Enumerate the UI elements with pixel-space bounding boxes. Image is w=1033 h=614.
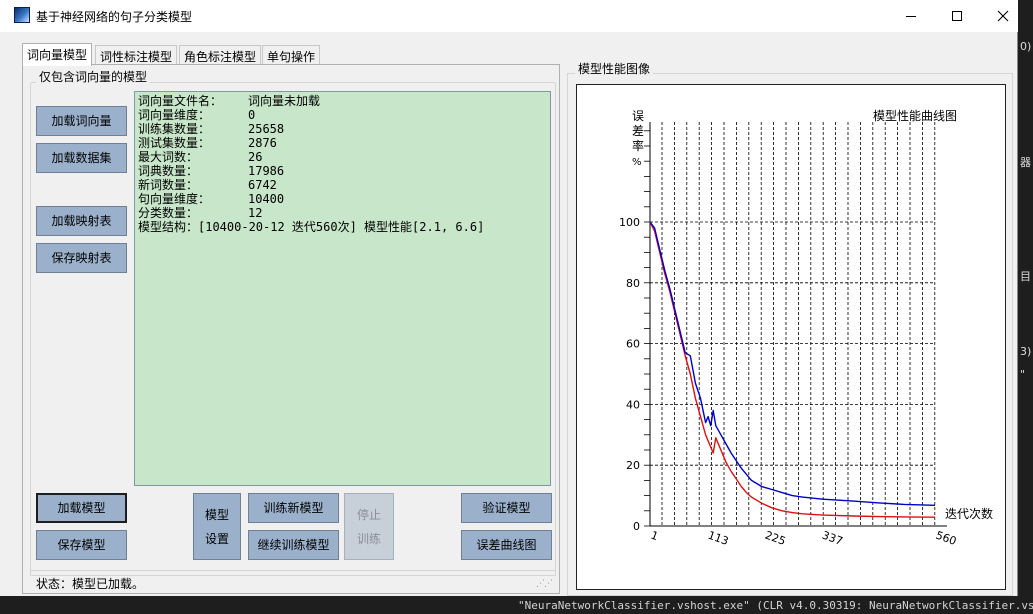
validate-model-button[interactable]: 验证模型 xyxy=(461,493,552,523)
info-key: 词向量维度： xyxy=(138,108,211,122)
info-value: 25658 xyxy=(248,122,285,136)
y-tick-label: 20 xyxy=(626,459,640,472)
maximize-button[interactable] xyxy=(934,0,980,32)
y-tick-label: 0 xyxy=(633,520,640,533)
background-side-text: 器 xyxy=(1020,156,1031,169)
series-line-blue xyxy=(649,221,936,506)
y-tick-label: 100 xyxy=(619,216,640,229)
y-tick-label: 60 xyxy=(626,338,640,351)
load-word-vectors-button[interactable]: 加载词向量 xyxy=(36,106,127,136)
background-editor-edge: 0) 器 目 3) " xyxy=(1018,0,1033,614)
x-tick-label: 113 xyxy=(706,529,730,548)
terminal-line: "NeuraNetworkClassifier.vshost.exe" (CLR… xyxy=(518,599,1033,612)
window-title: 基于神经网络的句子分类模型 xyxy=(36,10,193,24)
close-button[interactable] xyxy=(980,0,1026,32)
app-neural-icon xyxy=(14,7,30,23)
info-value: 6742 xyxy=(248,178,277,192)
tab-word-vector-model[interactable]: 词向量模型 xyxy=(22,43,93,66)
info-key: 句向量维度： xyxy=(138,192,211,206)
tab-pos-tagging-model[interactable]: 词性标注模型 xyxy=(95,45,178,65)
status-text: 状态：模型已加载。 xyxy=(36,577,145,591)
performance-chart: 0 20 40 60 80 100 误差率% 模型性能曲线图迭代次数 1 113 225 337 560 xyxy=(619,109,993,548)
info-value: 2876 xyxy=(248,136,277,150)
continue-training-button[interactable]: 继续训练模型 xyxy=(248,530,339,560)
background-terminal: "NeuraNetworkClassifier.vshost.exe" (CLR… xyxy=(0,596,1033,614)
info-key: 词典数量： xyxy=(138,164,199,178)
main-window: 基于神经网络的句子分类模型 词向量模型 词性标注模型 角色标注模型 单句操作 仅… xyxy=(0,0,1018,596)
train-new-model-button[interactable]: 训练新模型 xyxy=(248,493,339,523)
model-settings-button[interactable]: 模型 设置 xyxy=(193,493,241,560)
info-row: 词向量文件名： 词向量未加载 xyxy=(138,94,550,108)
info-key: 最大词数： xyxy=(138,150,199,164)
save-mapping-button[interactable]: 保存映射表 xyxy=(36,243,127,273)
x-tick-label: 560 xyxy=(934,529,958,548)
info-row: 词向量维度： 0 xyxy=(138,108,550,122)
maximize-icon xyxy=(952,11,962,21)
model-structure-text: 模型结构：[10400-20-12 迭代560次] 模型性能[2.1, 6.6] xyxy=(138,220,485,234)
info-value: 词向量未加载 xyxy=(248,94,321,108)
background-side-text: " xyxy=(1020,368,1026,381)
background-side-text: 目 xyxy=(1020,270,1031,283)
y-tick-label: 80 xyxy=(626,277,640,290)
x-tick-label: 225 xyxy=(763,529,787,548)
status-bar: 状态：模型已加载。 ⋰⋰ xyxy=(30,570,556,592)
load-mapping-button[interactable]: 加载映射表 xyxy=(36,206,127,236)
info-row: 新词数量： 6742 xyxy=(138,178,550,192)
x-tick-label: 1 xyxy=(649,529,660,544)
info-value: 0 xyxy=(248,108,256,122)
info-row: 句向量维度： 10400 xyxy=(138,192,550,206)
y-axis-label-char: 率 xyxy=(632,138,644,153)
stop-training-label-1: 停止 xyxy=(356,508,381,522)
close-icon xyxy=(997,10,1009,22)
load-dataset-button[interactable]: 加载数据集 xyxy=(36,143,127,173)
minimize-icon xyxy=(906,16,916,17)
info-value: 17986 xyxy=(248,164,285,178)
chart-title: 模型性能曲线图 xyxy=(873,109,957,123)
background-side-text: 0) xyxy=(1020,40,1032,53)
chart-groupbox-title: 模型性能图像 xyxy=(575,60,654,77)
background-side-text: 3) xyxy=(1020,345,1032,358)
title-bar[interactable]: 基于神经网络的句子分类模型 xyxy=(0,0,1018,32)
info-row: 分类数量： 12 xyxy=(138,206,550,220)
minimize-button[interactable] xyxy=(888,0,934,32)
info-row: 词典数量： 17986 xyxy=(138,164,550,178)
info-row: 训练集数量： 25658 xyxy=(138,122,550,136)
y-tick-label: 40 xyxy=(626,398,640,411)
info-value: 10400 xyxy=(248,192,285,206)
groupbox-title: 仅包含词向量的模型 xyxy=(36,68,151,85)
y-axis-label-char: 误 xyxy=(632,109,644,123)
info-value: 12 xyxy=(248,206,263,220)
model-settings-label-1: 模型 xyxy=(204,508,229,522)
info-key: 测试集数量： xyxy=(138,136,211,150)
model-structure-line: 模型结构：[10400-20-12 迭代560次] 模型性能[2.1, 6.6] xyxy=(138,220,550,234)
info-key: 训练集数量： xyxy=(138,122,211,136)
info-row: 测试集数量： 2876 xyxy=(138,136,550,150)
stop-training-button[interactable]: 停止 训练 xyxy=(344,493,394,560)
info-key: 分类数量： xyxy=(138,206,199,220)
resize-grip-icon[interactable]: ⋰⋰ xyxy=(536,579,553,589)
info-value: 26 xyxy=(248,150,263,164)
info-key: 新词数量： xyxy=(138,178,199,192)
x-axis-label: 迭代次数 xyxy=(945,506,993,521)
y-axis-label-char: 差 xyxy=(632,124,644,138)
save-model-button[interactable]: 保存模型 xyxy=(36,530,127,560)
model-info-panel: 词向量文件名： 词向量未加载 词向量维度： 0 训练集数量： 25658 测试集数量：… xyxy=(134,91,551,486)
info-row: 最大词数： 26 xyxy=(138,150,550,164)
tab-single-sentence[interactable]: 单句操作 xyxy=(262,45,321,65)
y-axis-label-char: % xyxy=(632,157,642,168)
model-settings-label-2: 设置 xyxy=(204,532,229,546)
tab-role-tagging-model[interactable]: 角色标注模型 xyxy=(179,45,262,65)
x-tick-label: 337 xyxy=(820,529,844,548)
info-key: 词向量文件名： xyxy=(138,94,223,108)
chart-area: 0 20 40 60 80 100 误差率% 模型性能曲线图迭代次数 1 113 225 337 560 xyxy=(576,84,1006,590)
error-curve-button[interactable]: 误差曲线图 xyxy=(461,530,552,560)
load-model-button[interactable]: 加载模型 xyxy=(36,493,127,523)
stop-training-label-2: 训练 xyxy=(356,532,381,546)
